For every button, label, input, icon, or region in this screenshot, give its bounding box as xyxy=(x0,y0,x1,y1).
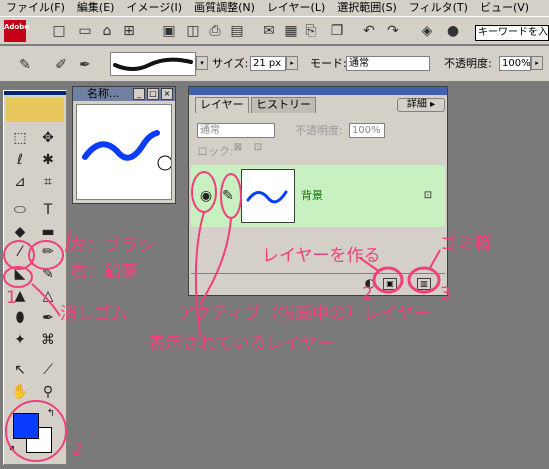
annotation-trash-number: 3 xyxy=(440,284,451,304)
annotation-trash: ゴミ箱 xyxy=(440,234,491,254)
annotation-active-layer: アクティブ（描画中の）レイヤー xyxy=(178,304,431,324)
annotation-visible-layer: 表示されているレイヤー xyxy=(148,334,334,354)
annotation-pencil: 右：鉛筆 xyxy=(70,262,138,282)
annotation-eraser-number: 1 xyxy=(6,288,17,308)
circle-eraser xyxy=(3,266,33,288)
arrow-trash xyxy=(429,249,441,269)
annotation-eraser: 消しゴム xyxy=(60,304,128,324)
annotation-make-number: 2 xyxy=(362,284,373,304)
arrow-active xyxy=(199,217,232,305)
photoshop-window: ファイル(F) 編集(E) イメージ(I) 画質調整(N) レイヤー(L) 選択範囲(S)… xyxy=(0,0,549,469)
arrow-eraser xyxy=(31,283,61,317)
circle-link xyxy=(220,173,242,219)
circle-swatch xyxy=(5,400,67,462)
circle-eye xyxy=(191,171,217,213)
circle-trash xyxy=(407,266,441,294)
annotation-make-layer: レイヤーを作る xyxy=(262,246,381,266)
annotation-swatch-number: 2 xyxy=(72,440,83,460)
annotation-brush: 左：ブラシ xyxy=(70,236,155,256)
